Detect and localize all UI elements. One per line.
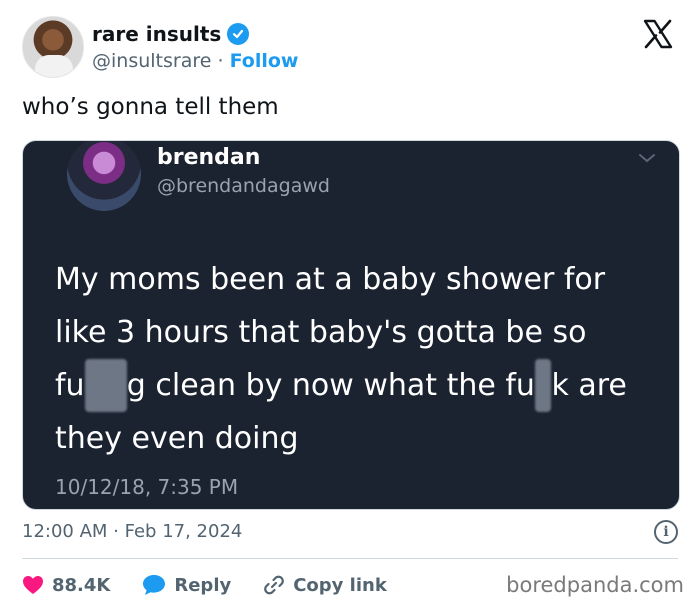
embedded-avatar	[67, 141, 141, 211]
embedded-line-2: like 3 hours that baby's gotta be so	[55, 315, 587, 350]
copy-link-label: Copy link	[293, 574, 387, 596]
reply-label: Reply	[174, 574, 232, 596]
embedded-display-name: brendan	[157, 145, 261, 170]
speech-bubble-icon	[143, 575, 166, 595]
like-count: 88.4K	[52, 574, 111, 596]
embedded-handle: @brendandagawd	[157, 175, 330, 197]
embedded-line-3c: k are	[551, 368, 627, 403]
heart-icon	[23, 576, 43, 594]
watermark: boredpanda.com	[506, 573, 684, 597]
tweet-timestamp[interactable]: 12:00 AM · Feb 17, 2024	[22, 521, 242, 542]
author-handle[interactable]: @insultsrare	[92, 50, 211, 72]
tweet-actions: 88.4K Reply Copy link	[22, 570, 387, 600]
divider	[22, 558, 678, 559]
embedded-line-3b: g clean by now what the fu	[126, 368, 535, 403]
embedded-tweet-body: My moms been at a baby shower for like 3…	[55, 253, 665, 465]
author-name-row: rare insults	[92, 22, 250, 46]
like-button[interactable]: 88.4K	[22, 575, 110, 596]
embedded-line-4: they even doing	[55, 421, 299, 456]
embedded-line-3a: fu	[55, 368, 85, 403]
censor-blur-2: c	[534, 359, 552, 412]
author-display-name[interactable]: rare insults	[92, 22, 221, 46]
tweet-meta-row: 12:00 AM · Feb 17, 2024 i	[22, 518, 682, 548]
chevron-down-icon	[639, 154, 655, 163]
follow-button[interactable]: Follow	[230, 50, 299, 72]
embedded-line-1: My moms been at a baby shower for	[55, 262, 606, 297]
verified-badge-icon	[227, 23, 250, 45]
embedded-date: 10/12/18, 7:35 PM	[55, 475, 239, 499]
author-handle-row: @insultsrare · Follow	[92, 50, 298, 72]
embedded-tweet-image[interactable]: brendan @brendandagawd My moms been at a…	[22, 140, 680, 510]
reply-button[interactable]: Reply	[142, 574, 231, 596]
handle-separator: ·	[217, 50, 224, 72]
copy-link-button[interactable]: Copy link	[263, 574, 387, 596]
tweet-text: who’s gonna tell them	[22, 94, 279, 120]
tweet-header: rare insults @insultsrare · Follow	[22, 14, 682, 80]
info-icon[interactable]: i	[654, 520, 678, 544]
embedded-line-3: fuckig clean by now what the fuck are	[55, 359, 665, 412]
censor-blur-1: cki	[84, 359, 127, 412]
author-avatar[interactable]	[22, 16, 84, 78]
link-icon	[264, 575, 285, 595]
x-logo-icon[interactable]	[642, 18, 674, 50]
